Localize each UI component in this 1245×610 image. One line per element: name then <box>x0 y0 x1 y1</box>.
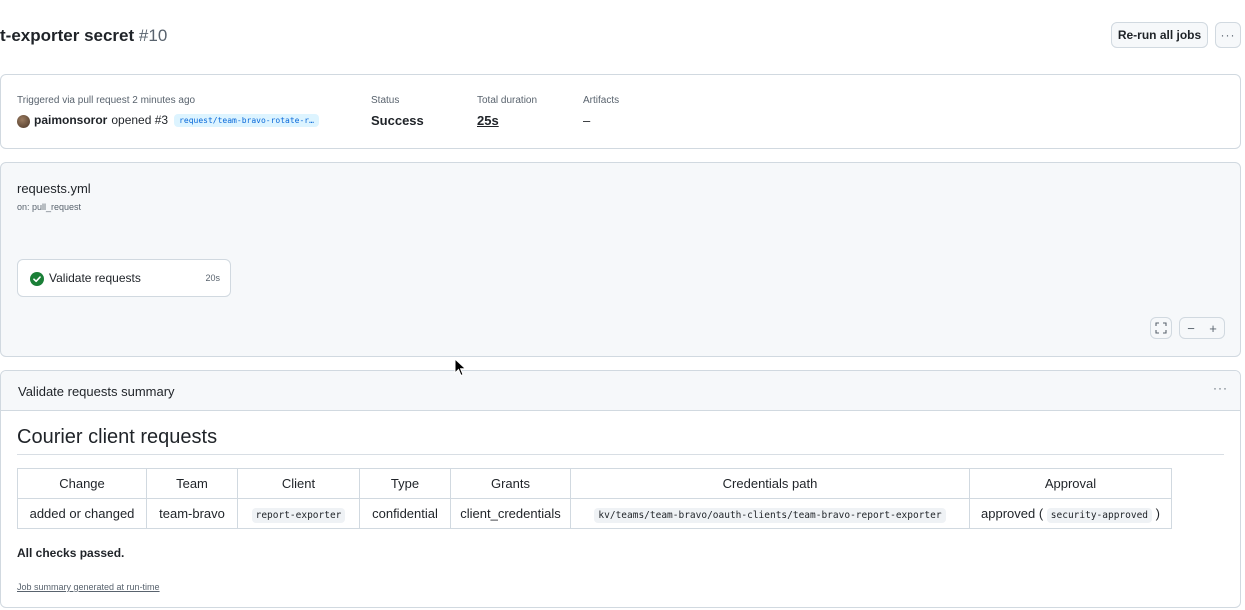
col-client: Client <box>237 468 360 499</box>
duration-label: Total duration <box>477 95 538 106</box>
run-title-text: t-exporter secret <box>0 26 135 45</box>
requests-table: Change Team Client Type Grants Credentia… <box>17 468 1172 529</box>
col-credentials-path: Credentials path <box>570 468 970 499</box>
artifacts-value: – <box>583 113 591 128</box>
action-text[interactable]: opened #3 <box>111 113 168 127</box>
cell-change: added or changed <box>17 498 147 529</box>
approval-code: security-approved <box>1046 508 1153 523</box>
col-change: Change <box>17 468 147 499</box>
cell-path: kv/teams/team-bravo/oauth-clients/team-b… <box>570 498 970 529</box>
job-summary-title: Validate requests summary <box>18 384 175 399</box>
cell-type: confidential <box>359 498 451 529</box>
cell-team: team-bravo <box>146 498 238 529</box>
run-number: #10 <box>138 26 168 45</box>
fullscreen-icon <box>1155 322 1167 334</box>
job-summary-generated-link[interactable]: Job summary generated at run-time <box>17 582 160 592</box>
zoom-out-button[interactable]: − <box>1180 321 1202 336</box>
run-title: t-exporter secret #10 <box>0 26 167 46</box>
job-node-validate-requests[interactable]: Validate requests 20s <box>17 259 231 297</box>
cell-grants: client_credentials <box>450 498 571 529</box>
cell-approval: approved ( security-approved ) <box>969 498 1172 529</box>
approval-close: ) <box>1155 506 1160 521</box>
rerun-all-jobs-button[interactable]: Re-run all jobs <box>1111 22 1208 48</box>
checks-status: All checks passed. <box>17 546 125 560</box>
artifacts-label: Artifacts <box>583 95 620 106</box>
col-grants: Grants <box>450 468 571 499</box>
heading-divider <box>17 454 1224 455</box>
col-team: Team <box>146 468 238 499</box>
duration-link[interactable]: 25s <box>477 113 499 128</box>
summary-heading: Courier client requests <box>17 426 218 448</box>
actor-link[interactable]: paimonsoror <box>34 113 107 127</box>
more-options-button[interactable]: ··· <box>1215 22 1241 48</box>
status-label: Status <box>371 95 400 106</box>
workflow-trigger: on: pull_request <box>17 202 82 212</box>
mouse-cursor-icon <box>454 358 467 377</box>
run-summary-card <box>0 74 1241 149</box>
branch-pill[interactable]: request/team-bravo-rotate-r… <box>174 113 319 127</box>
avatar[interactable] <box>17 115 30 128</box>
col-approval: Approval <box>969 468 1172 499</box>
path-code: kv/teams/team-bravo/oauth-clients/team-b… <box>594 508 946 523</box>
job-summary-header: Validate requests summary ··· <box>1 371 1240 411</box>
check-circle-icon <box>30 272 44 286</box>
workflow-file-name: requests.yml <box>17 181 91 196</box>
client-code: report-exporter <box>251 508 346 523</box>
fullscreen-button[interactable] <box>1150 317 1172 339</box>
trigger-line: paimonsoror opened #3 request/team-bravo… <box>34 113 319 127</box>
job-duration: 20s <box>205 273 220 283</box>
approval-text: approved ( <box>981 506 1044 521</box>
zoom-in-button[interactable]: + <box>1202 321 1224 336</box>
trigger-label: Triggered via pull request 2 minutes ago <box>17 95 196 106</box>
table-row: added or changed team-bravo report-expor… <box>17 498 1172 529</box>
status-value: Success <box>371 113 424 128</box>
cell-client: report-exporter <box>237 498 360 529</box>
table-header-row: Change Team Client Type Grants Credentia… <box>17 468 1172 499</box>
job-summary-more-button[interactable]: ··· <box>1213 381 1228 395</box>
job-name: Validate requests <box>49 271 141 285</box>
zoom-controls: − + <box>1179 317 1225 339</box>
col-type: Type <box>359 468 451 499</box>
